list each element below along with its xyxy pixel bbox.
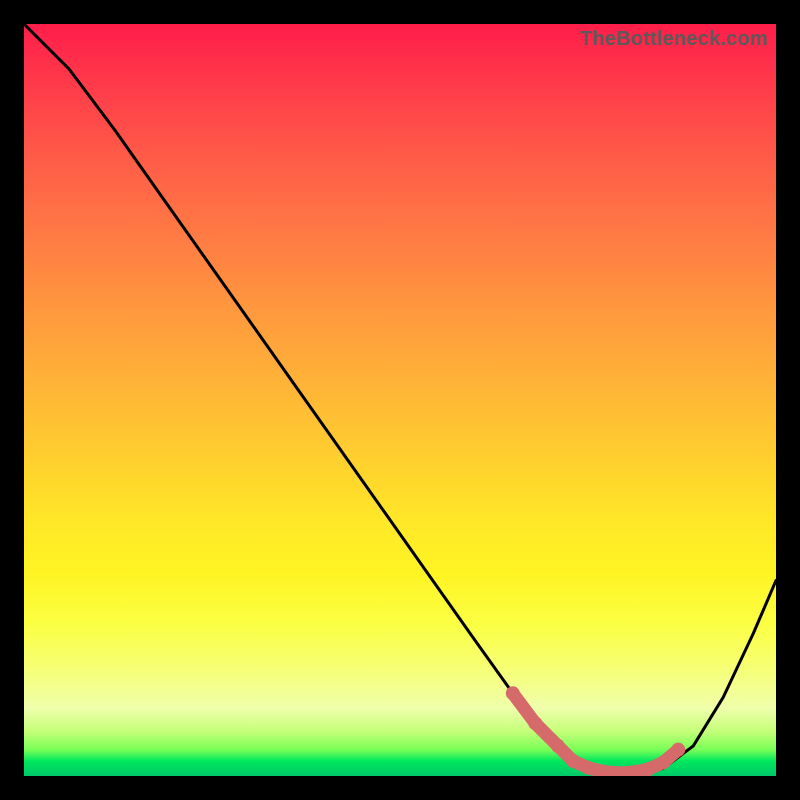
marker-dot bbox=[566, 754, 580, 768]
marker-dots bbox=[506, 686, 685, 776]
marker-dot bbox=[581, 761, 595, 775]
marker-dot bbox=[506, 686, 520, 700]
marker-dot bbox=[596, 764, 610, 776]
marker-dot bbox=[528, 716, 542, 730]
marker-dot bbox=[641, 762, 655, 776]
marker-dot bbox=[656, 755, 670, 769]
curve-svg bbox=[24, 24, 776, 776]
marker-dot bbox=[671, 743, 685, 757]
marker-dot bbox=[551, 739, 565, 753]
marker-dot bbox=[611, 766, 625, 776]
marker-dot bbox=[626, 765, 640, 776]
main-curve-path bbox=[24, 24, 776, 774]
plot-area: TheBottleneck.com bbox=[24, 24, 776, 776]
chart-container: TheBottleneck.com bbox=[0, 0, 800, 800]
marker-band-path bbox=[513, 693, 678, 773]
watermark-text: TheBottleneck.com bbox=[580, 28, 768, 51]
